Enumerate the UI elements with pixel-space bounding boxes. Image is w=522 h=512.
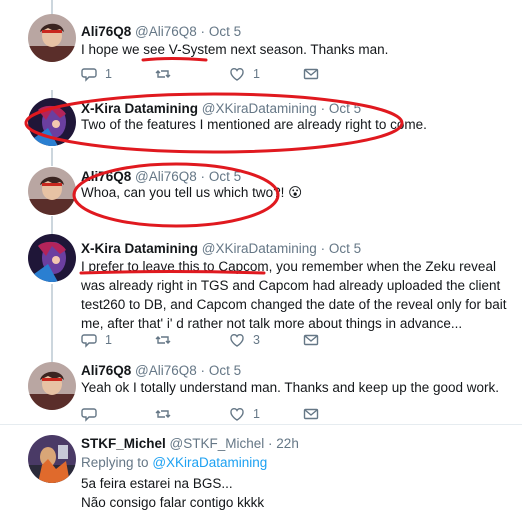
- reply-icon: [81, 334, 97, 348]
- like-button[interactable]: 1: [229, 406, 260, 422]
- message-button[interactable]: [303, 66, 319, 82]
- avatar[interactable]: [28, 435, 76, 483]
- tweet-text: 5a feira estarei na BGS... Não consigo f…: [81, 474, 521, 512]
- tweet-5[interactable]: Ali76Q8 @Ali76Q8 · Oct 5 Yeah ok I total…: [0, 356, 522, 422]
- message-button[interactable]: [303, 332, 319, 348]
- reply-button[interactable]: [81, 406, 105, 422]
- retweet-button[interactable]: [155, 332, 179, 348]
- thread-line: [51, 158, 53, 166]
- user-handle[interactable]: @Ali76Q8: [135, 24, 197, 39]
- user-name[interactable]: Ali76Q8: [81, 169, 131, 184]
- reply-button[interactable]: 1: [81, 66, 112, 82]
- heart-icon: [230, 67, 244, 81]
- message-button[interactable]: [303, 406, 319, 422]
- retweet-button[interactable]: [155, 66, 179, 82]
- tweet-header: Ali76Q8 @Ali76Q8 · Oct 5: [81, 24, 241, 39]
- like-button[interactable]: 1: [229, 66, 260, 82]
- tweet-date[interactable]: 22h: [276, 436, 299, 451]
- user-name[interactable]: Ali76Q8: [81, 24, 131, 39]
- user-name[interactable]: X-Kira Datamining: [81, 101, 198, 116]
- tweet-header: STKF_Michel @STKF_Michel · 22h: [81, 436, 299, 451]
- tweet-actions: 1 3: [81, 332, 381, 350]
- tweet-actions: 1: [81, 406, 381, 424]
- tweet-text: Two of the features I mentioned are alre…: [81, 117, 427, 132]
- tweet-date[interactable]: Oct 5: [329, 101, 361, 116]
- user-handle[interactable]: @XKiraDatamining: [202, 101, 317, 116]
- reply-button[interactable]: 1: [81, 332, 112, 348]
- tweet-3[interactable]: Ali76Q8 @Ali76Q8 · Oct 5 Whoa, can you t…: [0, 158, 522, 228]
- heart-icon: [230, 407, 244, 421]
- tweet-date[interactable]: Oct 5: [209, 363, 241, 378]
- retweet-icon: [155, 70, 171, 78]
- avatar[interactable]: [28, 98, 76, 146]
- tweet-header: Ali76Q8 @Ali76Q8 · Oct 5: [81, 169, 241, 184]
- tweet-text: Whoa, can you tell us which two?! 😮: [81, 185, 303, 200]
- user-name[interactable]: X-Kira Datamining: [81, 241, 198, 256]
- tweet-6[interactable]: STKF_Michel @STKF_Michel · 22h Replying …: [0, 425, 522, 510]
- user-name[interactable]: STKF_Michel: [81, 436, 166, 451]
- tweet-date[interactable]: Oct 5: [329, 241, 361, 256]
- tweet-date[interactable]: Oct 5: [209, 169, 241, 184]
- envelope-icon: [303, 334, 319, 346]
- separator-dot: ·: [200, 169, 206, 184]
- replying-to: Replying to @XKiraDatamining: [81, 455, 267, 470]
- avatar[interactable]: [28, 14, 76, 62]
- replying-to-label: Replying to: [81, 455, 149, 470]
- tweet-text-line: 5a feira estarei na BGS...: [81, 476, 233, 491]
- tweet-header: X-Kira Datamining @XKiraDatamining · Oct…: [81, 241, 361, 256]
- tweet-text: I prefer to leave this to Capcom, you re…: [81, 259, 507, 331]
- tweet-text-line: Não consigo falar contigo kkkk: [81, 495, 265, 510]
- reply-icon: [81, 68, 97, 82]
- tweet-actions: 1 1: [81, 66, 381, 84]
- reply-icon: [81, 408, 97, 422]
- reply-count: 1: [105, 333, 112, 347]
- retweet-button[interactable]: [155, 406, 179, 422]
- avatar[interactable]: [28, 167, 76, 215]
- avatar[interactable]: [28, 234, 76, 282]
- like-count: 1: [253, 407, 260, 421]
- user-handle[interactable]: @Ali76Q8: [135, 169, 197, 184]
- tweet-1[interactable]: Ali76Q8 @Ali76Q8 · Oct 5 I hope we see V…: [0, 0, 522, 90]
- user-handle[interactable]: @Ali76Q8: [135, 363, 197, 378]
- envelope-icon: [303, 408, 319, 420]
- separator-dot: ·: [320, 241, 326, 256]
- reply-count: 1: [105, 67, 112, 81]
- like-button[interactable]: 3: [229, 332, 260, 348]
- tweet-header: X-Kira Datamining @XKiraDatamining · Oct…: [81, 101, 361, 116]
- tweet-text: Yeah ok I totally understand man. Thanks…: [81, 380, 500, 395]
- heart-icon: [230, 333, 244, 347]
- thread-line: [51, 284, 53, 356]
- tweet-header: Ali76Q8 @Ali76Q8 · Oct 5: [81, 363, 241, 378]
- thread-line: [51, 216, 53, 228]
- separator-dot: ·: [320, 101, 326, 116]
- user-handle[interactable]: @STKF_Michel: [170, 436, 265, 451]
- separator-dot: ·: [268, 436, 273, 451]
- retweet-icon: [155, 410, 171, 418]
- separator-dot: ·: [200, 363, 206, 378]
- thread-line: [51, 90, 53, 98]
- tweet-4[interactable]: X-Kira Datamining @XKiraDatamining · Oct…: [0, 228, 522, 356]
- tweet-date[interactable]: Oct 5: [209, 24, 241, 39]
- avatar[interactable]: [28, 362, 76, 410]
- like-count: 1: [253, 67, 260, 81]
- user-handle[interactable]: @XKiraDatamining: [202, 241, 317, 256]
- tweet-text: I hope we see V-System next season. Than…: [81, 42, 389, 57]
- user-name[interactable]: Ali76Q8: [81, 363, 131, 378]
- retweet-icon: [155, 336, 171, 344]
- thread-line: [51, 148, 53, 158]
- tweet-2[interactable]: X-Kira Datamining @XKiraDatamining · Oct…: [0, 90, 522, 158]
- like-count: 3: [253, 333, 260, 347]
- envelope-icon: [303, 68, 319, 80]
- replying-to-handle[interactable]: @XKiraDatamining: [152, 455, 267, 470]
- separator-dot: ·: [200, 24, 206, 39]
